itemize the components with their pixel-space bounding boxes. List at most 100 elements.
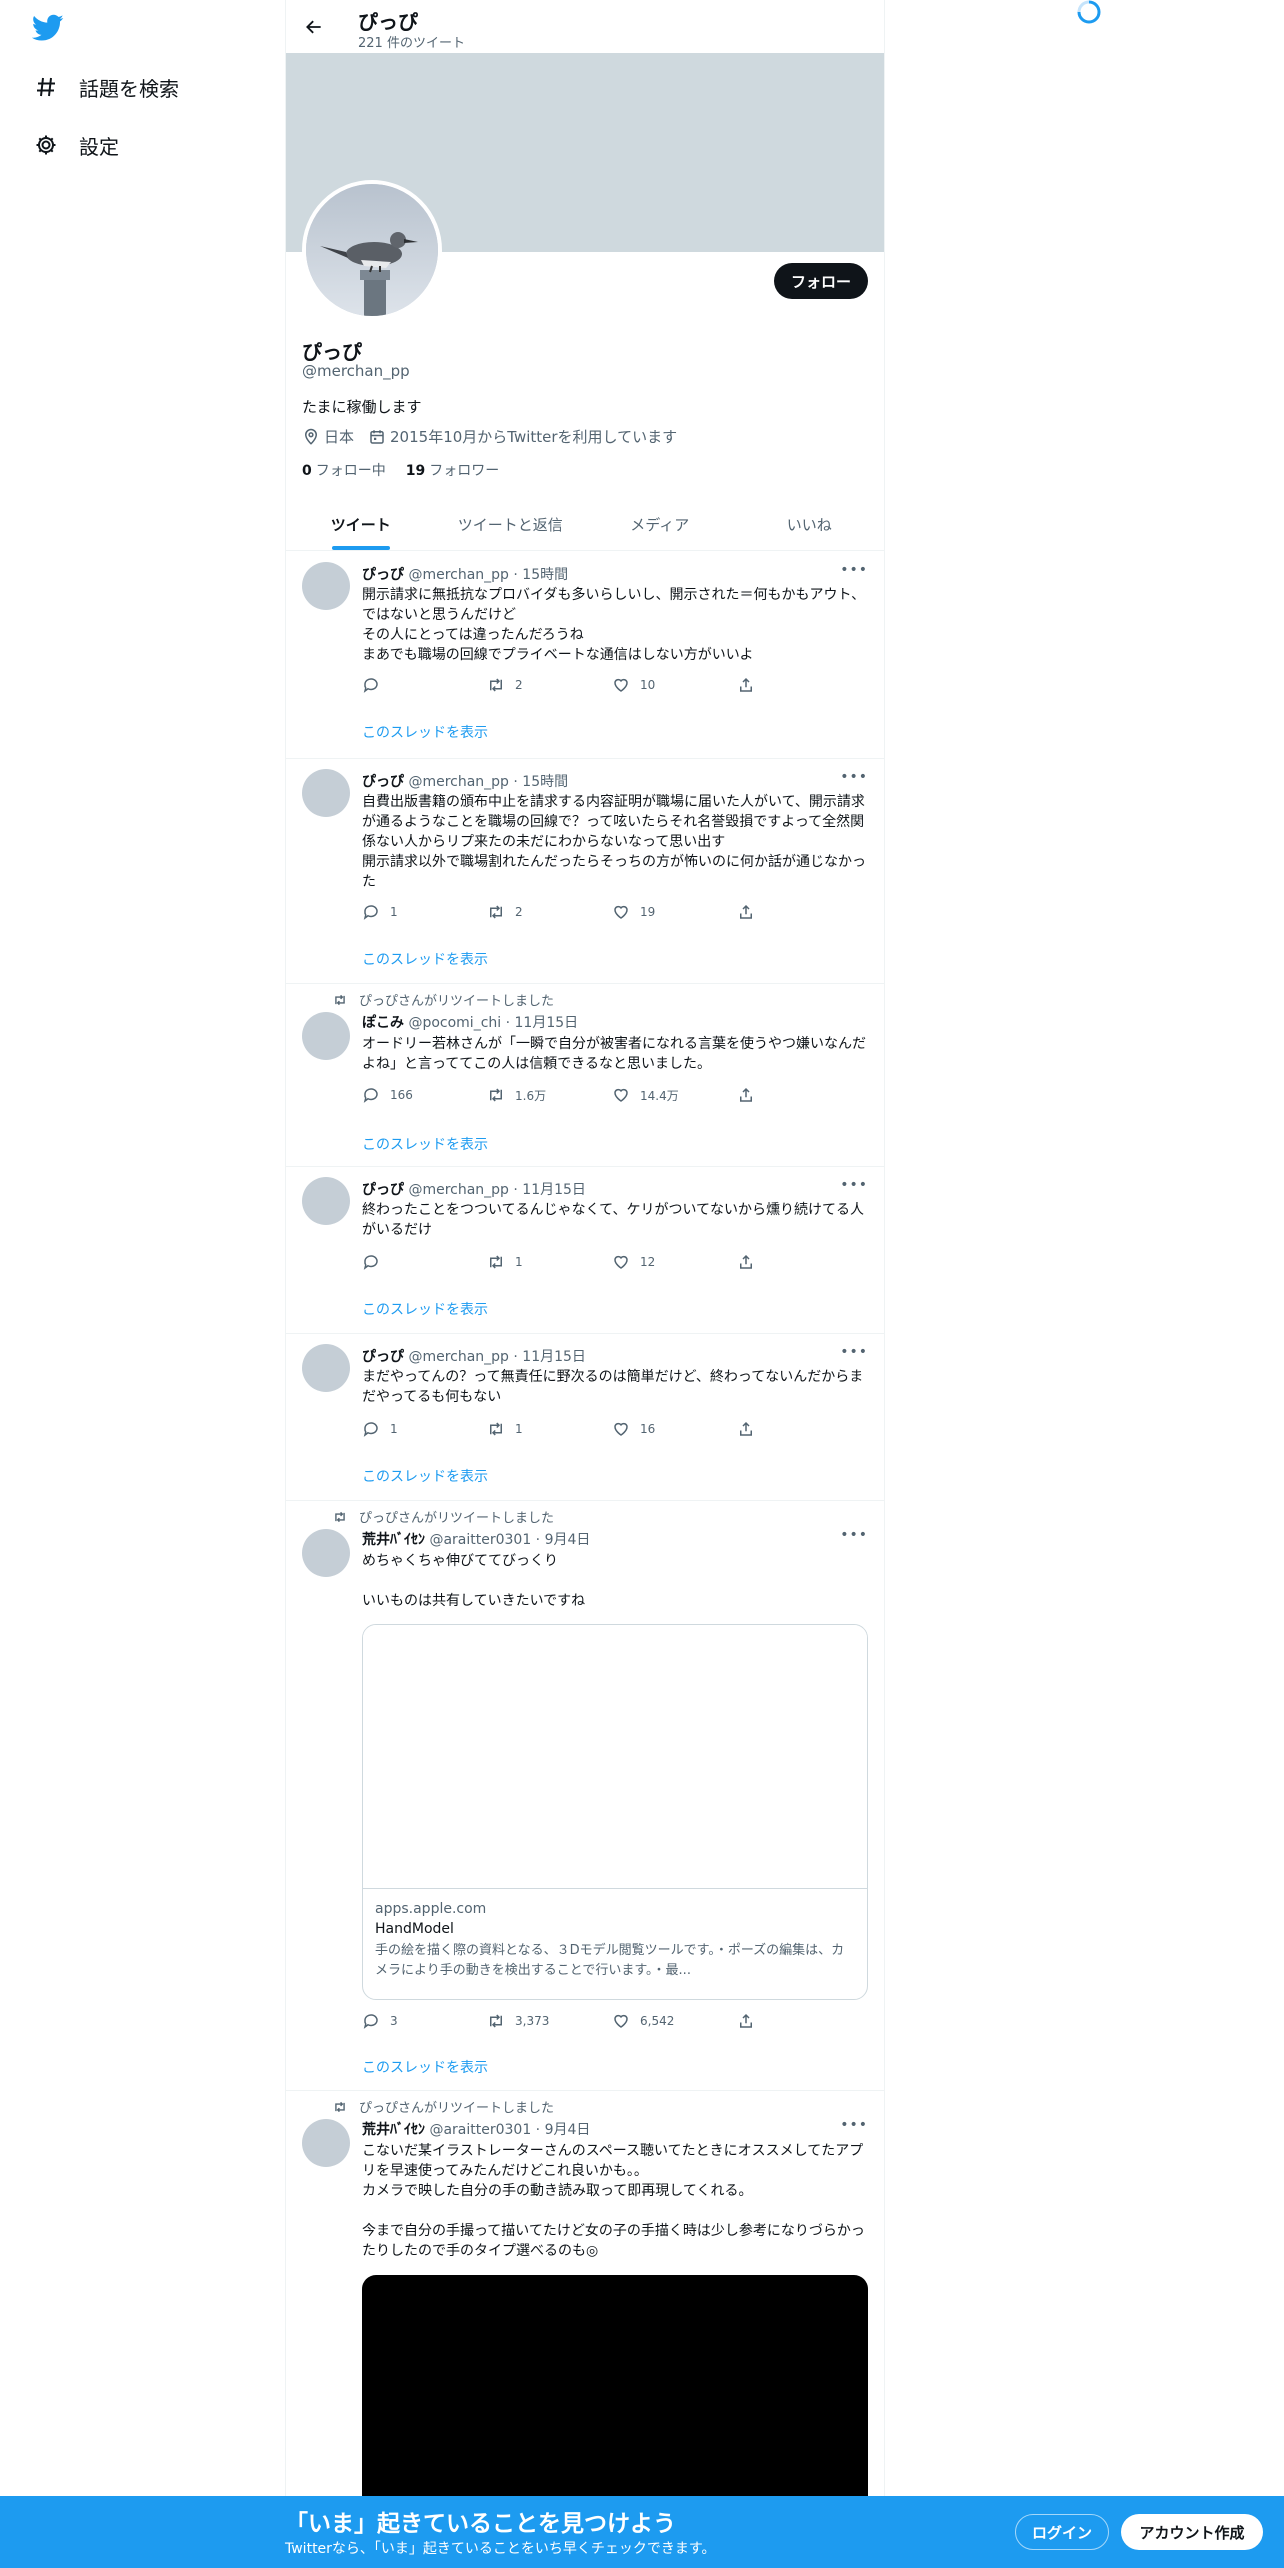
link-card[interactable]: apps.apple.com HandModel 手の絵を描く際の資料となる、３… (362, 1624, 868, 2000)
like-button[interactable]: 10 (612, 676, 737, 694)
reply-button[interactable]: 1 (362, 903, 487, 921)
reply-icon (363, 2014, 378, 2029)
more-options-icon[interactable]: ••• (840, 1344, 868, 1360)
header-profile-name: ぴっぴ (358, 10, 418, 34)
share-icon (740, 904, 752, 919)
more-options-icon[interactable]: ••• (840, 562, 868, 578)
tweet-header: 荒井ﾊﾞｲｾﾝ @araitter0301 · 9月4日 (362, 2122, 591, 2138)
more-options-icon[interactable]: ••• (840, 1527, 868, 1543)
profile-avatar[interactable] (302, 180, 442, 320)
show-thread-link[interactable]: このスレッドを表示 (362, 722, 488, 742)
profile-tabs: ツイート ツイートと返信 メディア いいね (286, 498, 884, 551)
tweet-item[interactable]: ぴっぴさんがリツイートしました 荒井ﾊﾞｲｾﾝ @araitter0301 · … (286, 1501, 884, 2091)
tab-tweets[interactable]: ツイート (286, 498, 436, 550)
profile-location-label: 日本 (324, 428, 355, 446)
reply-icon (363, 678, 378, 693)
retweet-button[interactable]: 1 (487, 1253, 612, 1271)
tweet-header: 荒井ﾊﾞｲｾﾝ @araitter0301 · 9月4日 (362, 1532, 591, 1548)
more-options-icon[interactable]: ••• (840, 2117, 868, 2133)
share-button[interactable] (737, 1253, 777, 1271)
tweet-actions: 1 1 16 (362, 1420, 792, 1438)
retweet-icon (335, 994, 345, 1005)
retweet-button[interactable]: 3,373 (487, 2012, 612, 2030)
show-thread-link[interactable]: このスレッドを表示 (362, 1134, 488, 1154)
tab-likes[interactable]: いいね (735, 498, 885, 550)
share-icon (740, 1087, 752, 1102)
tweet-actions: 166 1.6万 14.4万 (362, 1086, 792, 1104)
tab-media[interactable]: メディア (585, 498, 735, 550)
more-options-icon[interactable]: ••• (840, 769, 868, 785)
show-thread-link[interactable]: このスレッドを表示 (362, 1299, 488, 1319)
show-thread-link[interactable]: このスレッドを表示 (362, 949, 488, 969)
profile-name: ぴっぴ (302, 340, 362, 364)
tweet-actions: 2 10 (362, 676, 792, 694)
share-icon (740, 1421, 752, 1436)
profile-column: ぴっぴ 221 件のツイート フォロー ぴっぴ @merchan_pp たまに稼… (285, 0, 885, 2568)
tweet-item[interactable]: ぴっぴさんがリツイートしました ぽこみ @pocomi_chi · 11月15日… (286, 984, 884, 1167)
reply-button[interactable] (362, 1253, 487, 1271)
loading-spinner-icon (1073, 0, 1105, 28)
like-button[interactable]: 14.4万 (612, 1086, 737, 1104)
link-card-description: 手の絵を描く際の資料となる、３Dモデル閲覧ツールです。・ポーズの編集は、カメラに… (375, 1943, 845, 1978)
share-button[interactable] (737, 903, 777, 921)
nav-settings-label: 設定 (79, 134, 119, 159)
like-button[interactable]: 16 (612, 1420, 737, 1438)
profile-joined-label: 2015年10月からTwitterを利用しています (390, 428, 678, 446)
nav-settings[interactable]: 設定 (32, 125, 119, 165)
like-button[interactable]: 12 (612, 1253, 737, 1271)
reply-button[interactable]: 166 (362, 1086, 487, 1104)
share-button[interactable] (737, 1420, 777, 1438)
reply-button[interactable] (362, 676, 487, 694)
tweet-avatar[interactable] (302, 1012, 350, 1060)
twitter-logo-icon[interactable] (31, 14, 64, 42)
signup-banner: 「いま」起きていることを見つけよう Twitterなら、「いま」起きていることを… (0, 2496, 1284, 2568)
signup-banner-title: 「いま」起きていることを見つけよう (285, 2511, 676, 2537)
tweet-avatar[interactable] (302, 2119, 350, 2167)
heart-icon (614, 1255, 628, 1269)
nav-explore[interactable]: 話題を検索 (32, 67, 179, 107)
show-thread-link[interactable]: このスレッドを表示 (362, 1466, 488, 1486)
share-button[interactable] (737, 1086, 777, 1104)
tweet-avatar[interactable] (302, 1344, 350, 1392)
show-thread-link[interactable]: このスレッドを表示 (362, 2057, 488, 2077)
tweet-header: ぴっぴ @merchan_pp · 15時間 (362, 774, 569, 790)
like-button[interactable]: 6,542 (612, 2012, 737, 2030)
tweet-header: ぴっぴ @merchan_pp · 11月15日 (362, 1349, 586, 1365)
reply-button[interactable]: 1 (362, 1420, 487, 1438)
following-link[interactable]: 0 フォロー中 (302, 460, 386, 480)
tweet-avatar[interactable] (302, 562, 350, 610)
login-button[interactable]: ログイン (1015, 2514, 1109, 2550)
retweet-context: ぴっぴさんがリツイートしました (333, 2097, 554, 2116)
tweet-text: まだやってんの？って無責任に野次るのは簡単だけど、終わってないんだからまだやって… (362, 1369, 864, 1405)
profile-header-bar: ぴっぴ 221 件のツイート (286, 0, 884, 53)
tweet-item[interactable]: ぴっぴ @merchan_pp · 15時間 ••• 自費出版書籍の頒布中止を請… (286, 759, 884, 984)
heart-icon (614, 1422, 628, 1436)
heart-icon (614, 905, 628, 919)
tweet-avatar[interactable] (302, 1177, 350, 1225)
reply-button[interactable]: 3 (362, 2012, 487, 2030)
retweet-button[interactable]: 1.6万 (487, 1086, 612, 1104)
share-button[interactable] (737, 2012, 777, 2030)
tweet-item[interactable]: ぴっぴ @merchan_pp · 15時間 ••• 開示請求に無抵抗なプロバイ… (286, 552, 884, 759)
heart-icon (614, 678, 628, 692)
retweet-button[interactable]: 2 (487, 903, 612, 921)
profile-joined: 2015年10月からTwitterを利用しています (368, 426, 677, 447)
more-options-icon[interactable]: ••• (840, 1177, 868, 1193)
tweet-avatar[interactable] (302, 1529, 350, 1577)
tweet-text: 自費出版書籍の頒布中止を請求する内容証明が職場に届いた人がいて、開示請求が通るよ… (362, 794, 866, 890)
followers-link[interactable]: 19 フォロワー (406, 460, 499, 480)
tweet-item[interactable]: ぴっぴ @merchan_pp · 11月15日 ••• まだやってんの？って無… (286, 1334, 884, 1501)
nav-explore-label: 話題を検索 (79, 76, 179, 101)
back-arrow-icon[interactable] (300, 13, 328, 41)
tweet-header: ぴっぴ @merchan_pp · 11月15日 (362, 1182, 586, 1198)
signup-button[interactable]: アカウント作成 (1121, 2514, 1263, 2550)
like-button[interactable]: 19 (612, 903, 737, 921)
retweet-button[interactable]: 1 (487, 1420, 612, 1438)
share-button[interactable] (737, 676, 777, 694)
tab-tweets-and-replies[interactable]: ツイートと返信 (436, 498, 586, 550)
retweet-icon (335, 1511, 345, 1522)
tweet-avatar[interactable] (302, 769, 350, 817)
retweet-button[interactable]: 2 (487, 676, 612, 694)
tweet-item[interactable]: ぴっぴ @merchan_pp · 11月15日 ••• 終わったことをつついて… (286, 1167, 884, 1334)
follow-button[interactable]: フォロー (774, 263, 868, 299)
